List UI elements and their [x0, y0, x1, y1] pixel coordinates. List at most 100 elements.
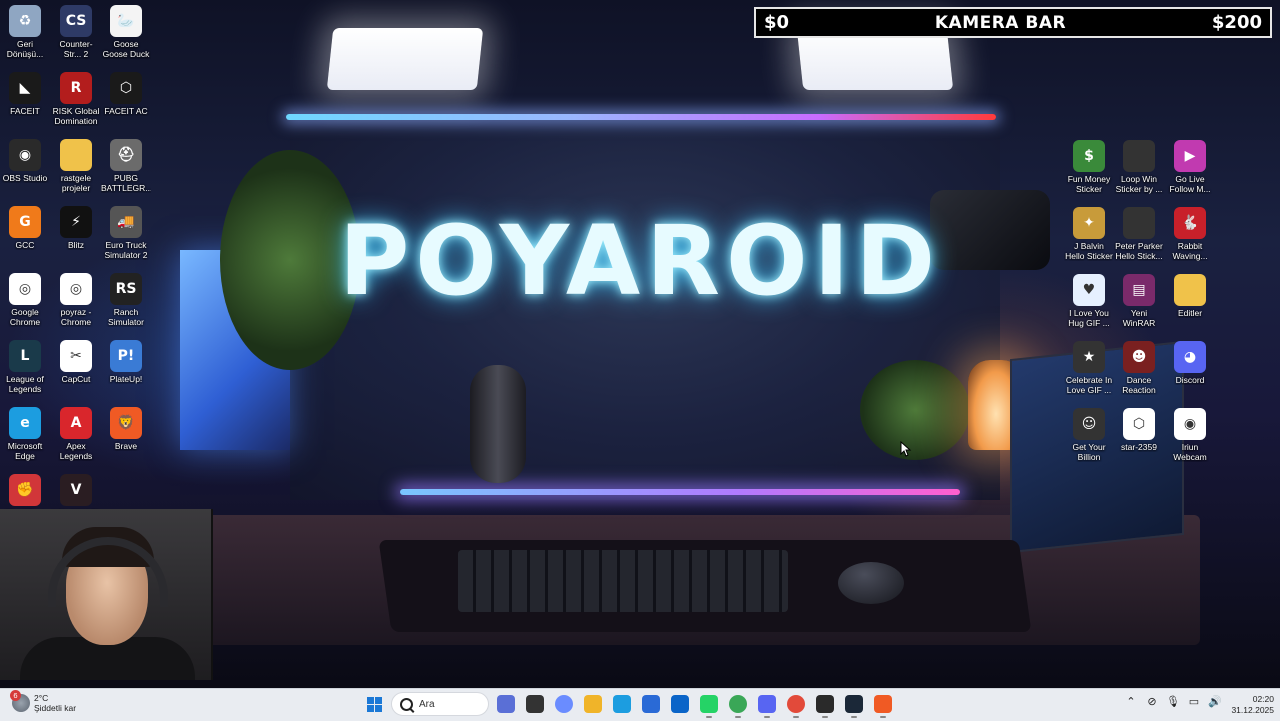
- jbalvin-sticker-icon: ✦: [1073, 207, 1105, 239]
- desktop-icon-brave[interactable]: 🦁 Brave: [101, 407, 151, 451]
- chrome-profile-button[interactable]: [784, 692, 808, 718]
- desktop-icon-label: OBS Studio: [2, 173, 48, 183]
- desktop-icon-apex[interactable]: A Apex Legends: [51, 407, 101, 461]
- desktop-icon-blitz[interactable]: ⚡ Blitz: [51, 206, 101, 250]
- desktop-icon-label: J Balvin Hello Sticker by P...: [1065, 241, 1113, 261]
- truck-icon: 🚚: [110, 206, 142, 238]
- edge-icon: e: [9, 407, 41, 439]
- store-button[interactable]: [639, 692, 663, 716]
- desktop-icon-rabbit-sticker[interactable]: 🐇 Rabbit Waving...: [1165, 207, 1215, 261]
- desktop-icon-golive-sticker[interactable]: ▶ Go Live Follow M...: [1165, 140, 1215, 194]
- desktop-icon-peter-sticker[interactable]: Peter Parker Hello Stick...: [1114, 207, 1164, 261]
- obs-button[interactable]: [813, 692, 837, 718]
- desktop-icon-billion-gif[interactable]: ☺Get Your Billion Back...: [1064, 408, 1114, 462]
- folder-icon: [1174, 274, 1206, 306]
- desktop-icon-label: PUBG BATTLEGR...: [101, 173, 151, 193]
- outlook-button[interactable]: [668, 692, 692, 716]
- money-sticker-icon: $: [1073, 140, 1105, 172]
- desktop-icon-label: Celebrate In Love GIF ...: [1065, 375, 1113, 395]
- desktop-icon-faceit[interactable]: ◣ FACEIT: [0, 72, 50, 116]
- copilot-button[interactable]: [552, 692, 576, 716]
- desktop-icon-pubg[interactable]: ⛑ PUBG BATTLEGR...: [101, 139, 151, 193]
- desktop-icon-dance-gif[interactable]: ☻Dance Reaction GIF: [1114, 341, 1164, 395]
- desktop-icon-winrar[interactable]: ▤Yeni WinRAR arşivi: [1114, 274, 1164, 328]
- wallpaper-mouse: [838, 562, 904, 604]
- desktop-icon-label: CapCut: [61, 374, 91, 384]
- steam-icon: [845, 695, 863, 713]
- steam-button[interactable]: [842, 692, 866, 718]
- desktop-icon-label: FACEIT: [10, 106, 40, 116]
- desktop-icon-folder[interactable]: rastgele projeler: [51, 139, 101, 193]
- desktop-icon-risk[interactable]: R RISK Global Domination: [51, 72, 101, 126]
- desktop-icon-label: I Love You Hug GIF ...: [1068, 308, 1110, 328]
- discord-icon: [758, 695, 776, 713]
- network-off-icon[interactable]: ⊘: [1145, 694, 1159, 708]
- desktop-icon-lol[interactable]: L League of Legends: [0, 340, 50, 394]
- desktop-icon-celebrate-gif[interactable]: ★ Celebrate In Love GIF ...: [1064, 341, 1114, 395]
- desktop-icon-gcc[interactable]: G GCC: [0, 206, 50, 250]
- desktop-icon-capcut[interactable]: ✂ CapCut: [51, 340, 101, 384]
- desktop-icon-hug-gif[interactable]: ♥ I Love You Hug GIF ...: [1064, 274, 1114, 328]
- start-button[interactable]: [362, 692, 386, 716]
- desktop-icon-edge[interactable]: e Microsoft Edge: [0, 407, 50, 461]
- desktop-icon-iriun[interactable]: ◉ Iriun Webcam: [1165, 408, 1215, 462]
- desktop-icon-file[interactable]: ⬡ star-2359: [1114, 408, 1164, 452]
- file-explorer-button[interactable]: [581, 692, 605, 716]
- faceit-ac-icon: ⬡: [110, 72, 142, 104]
- weather-desc: Şiddetli kar: [34, 703, 77, 713]
- brave-button[interactable]: [871, 692, 895, 718]
- desktop-icon-faceit-ac[interactable]: ⬡ FACEIT AC: [101, 72, 151, 116]
- desktop-icon-label: Euro Truck Simulator 2: [104, 240, 148, 260]
- gcc-icon: G: [9, 206, 41, 238]
- obs-icon: [816, 695, 834, 713]
- chrome-icon: [729, 695, 747, 713]
- desktop-icon-recycle-bin[interactable]: ♻ Geri Dönüşü...: [0, 5, 50, 59]
- recycle-bin-icon: ♻: [9, 5, 41, 37]
- desktop-icon-counter-strike[interactable]: CS Counter-Str... 2: [51, 5, 101, 59]
- desktop-icon-chrome[interactable]: ◎ Google Chrome: [0, 273, 50, 327]
- webcam-overlay: [0, 509, 213, 680]
- search-placeholder: Ara: [419, 698, 435, 710]
- desktop-icon-money-sticker[interactable]: $ Fun Money Sticker: [1064, 140, 1114, 194]
- desktop-icon-jbalvin-sticker[interactable]: ✦J Balvin Hello Sticker by P...: [1064, 207, 1114, 261]
- chevron-up-icon[interactable]: ⌃: [1124, 694, 1138, 708]
- golive-sticker-icon: ▶: [1174, 140, 1206, 172]
- desktop-icon-folder[interactable]: Editler: [1165, 274, 1215, 318]
- microphone-icon[interactable]: 🎙: [1166, 694, 1180, 708]
- desktop-icon-goose[interactable]: 🦢 Goose Goose Duck: [101, 5, 151, 59]
- desktop-icon-chrome-profile[interactable]: ◎ poyraz - Chrome: [51, 273, 101, 327]
- discord-icon: ◕: [1174, 341, 1206, 373]
- desktop-icon-truck[interactable]: 🚚 Euro Truck Simulator 2: [101, 206, 151, 260]
- lol-icon: L: [9, 340, 41, 372]
- desktop-icon-plateup[interactable]: P! PlateUp!: [101, 340, 151, 384]
- obs-icon: ◉: [9, 139, 41, 171]
- chrome-button[interactable]: [726, 692, 750, 718]
- discord-button[interactable]: [755, 692, 779, 718]
- desktop-icon-label: Geri Dönüşü...: [6, 39, 44, 59]
- widgets-button[interactable]: [494, 692, 518, 716]
- desktop-icon-ranch[interactable]: RS Ranch Simulator: [101, 273, 151, 327]
- task-view-button[interactable]: [523, 692, 547, 716]
- wallpaper-softbox-left: [326, 28, 484, 90]
- capcut-icon: ✂: [60, 340, 92, 372]
- desktop-icon-discord[interactable]: ◕ Discord: [1165, 341, 1215, 385]
- windows-logo-icon: [366, 696, 382, 712]
- whatsapp-button[interactable]: [697, 692, 721, 718]
- desktop-icon-label: PlateUp!: [109, 374, 143, 384]
- taskbar-search-box[interactable]: Ara: [391, 692, 489, 716]
- desktop-icon-label: Blitz: [67, 240, 85, 250]
- search-icon: [400, 697, 413, 711]
- desktop-icon-label: poyraz - Chrome: [60, 307, 92, 327]
- chrome-profile-icon: [787, 695, 805, 713]
- desktop-icon-label: Dance Reaction GIF: [1122, 375, 1156, 395]
- hug-gif-icon: ♥: [1073, 274, 1105, 306]
- edge-button[interactable]: [610, 692, 634, 716]
- desktop-icon-obs[interactable]: ◉ OBS Studio: [0, 139, 50, 183]
- weather-widget[interactable]: 6 2°C Şiddetli kar: [10, 690, 77, 713]
- plateup-icon: P!: [110, 340, 142, 372]
- brave-icon: [874, 695, 892, 713]
- volume-icon[interactable]: 🔊: [1208, 694, 1222, 708]
- taskbar-clock[interactable]: 02:20 31.12.2025: [1222, 694, 1274, 716]
- display-icon[interactable]: ▭: [1187, 694, 1201, 708]
- desktop-icon-loop-sticker[interactable]: Loop Win Sticker by ...: [1114, 140, 1164, 194]
